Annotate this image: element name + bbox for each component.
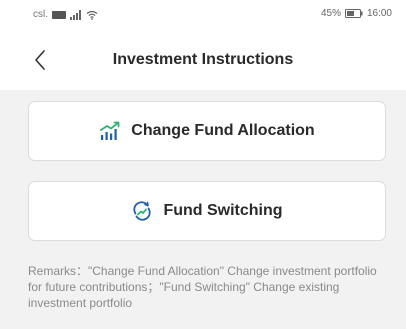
switch-refresh-icon	[133, 201, 152, 221]
signal-strength-icon	[70, 9, 81, 20]
status-left-group: csl.	[33, 9, 98, 20]
network-type-icon	[52, 10, 66, 19]
battery-percent: 45%	[320, 8, 341, 19]
battery-icon	[344, 9, 363, 18]
remarks-text: Remarks："Change Fund Allocation" Change …	[28, 264, 377, 310]
change-fund-allocation-label: Change Fund Allocation	[131, 122, 315, 139]
status-right-group: 45% 16:00	[321, 8, 392, 19]
clock-time: 16:00	[366, 8, 392, 19]
wifi-icon	[86, 10, 98, 20]
page-title: Investment Instructions	[112, 51, 294, 68]
nav-bar: Investment Instructions	[0, 30, 406, 90]
fund-switching-label: Fund Switching	[163, 202, 283, 219]
trend-chart-icon	[100, 121, 120, 140]
status-bar: csl. 45% 16:00	[0, 0, 406, 30]
fund-switching-button[interactable]: Fund Switching	[28, 181, 386, 241]
carrier-label: csl.	[33, 9, 48, 20]
change-fund-allocation-button[interactable]: Change Fund Allocation	[28, 101, 386, 161]
